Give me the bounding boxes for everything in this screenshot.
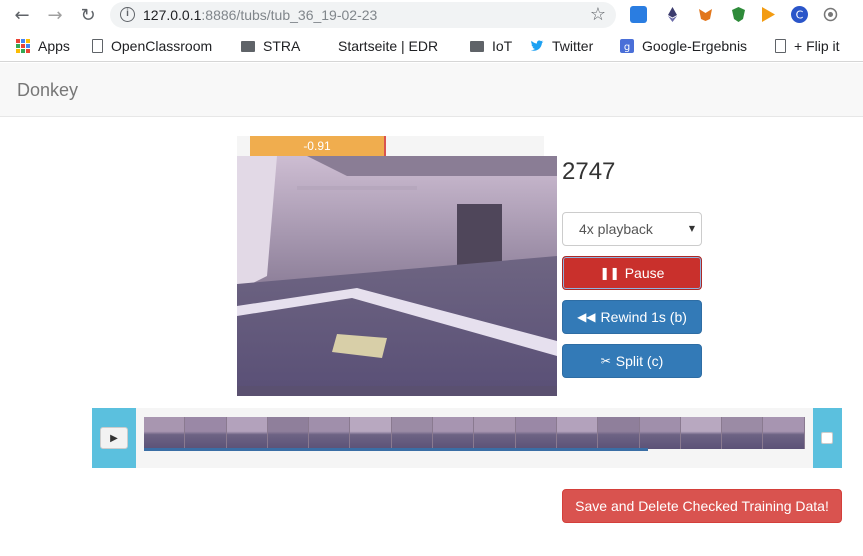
folder-icon xyxy=(470,40,484,52)
bookmark-startseite[interactable]: Startseite | EDR xyxy=(316,37,454,55)
timeline-thumbnail[interactable] xyxy=(722,417,764,449)
frame-number: 2747 xyxy=(562,158,616,185)
clip-play-panel: ▶ xyxy=(92,408,136,468)
clip-checkbox[interactable] xyxy=(821,432,833,444)
bookmark-google[interactable]: g Google-Ergebnis xyxy=(620,37,760,55)
moon-icon xyxy=(316,39,330,53)
thumbnail-strip[interactable] xyxy=(144,417,805,449)
bookmark-openclassroom[interactable]: OpenClassroom xyxy=(92,37,212,55)
timeline-thumbnail[interactable] xyxy=(598,417,640,449)
timeline-thumbnail[interactable] xyxy=(763,417,805,449)
timeline-thumbnail[interactable] xyxy=(433,417,475,449)
pause-label: Pause xyxy=(624,265,665,281)
forward-icon[interactable]: → xyxy=(43,3,67,27)
url-host: 127.0.0.1 xyxy=(143,7,202,23)
target-extension-icon[interactable] xyxy=(822,6,839,23)
play-icon: ▶ xyxy=(110,432,118,444)
folder-icon xyxy=(241,40,255,52)
bookmark-label: Startseite | EDR xyxy=(338,38,439,54)
timeline-thumbnail[interactable] xyxy=(350,417,392,449)
pause-icon: ❚❚ xyxy=(599,266,620,280)
apps-grid-icon xyxy=(16,39,30,53)
play-extension-icon[interactable] xyxy=(760,6,777,23)
bookmark-twitter[interactable]: Twitter xyxy=(530,37,593,55)
timeline-thumbnail[interactable] xyxy=(267,417,310,449)
split-button[interactable]: ✂ Split (c) xyxy=(562,344,702,378)
bookmark-star-icon[interactable]: ☆ xyxy=(590,4,606,25)
bookmark-label: Twitter xyxy=(552,38,594,54)
steering-bar-fill: -0.91 xyxy=(250,136,384,156)
rewind-button[interactable]: ◀◀ Rewind 1s (b) xyxy=(562,300,702,334)
bookmark-iot[interactable]: IoT xyxy=(470,37,512,55)
app-navbar: Donkey xyxy=(0,63,863,117)
rewind-icon: ◀◀ xyxy=(577,310,596,324)
svg-text:C: C xyxy=(796,9,804,22)
camera-frame-image xyxy=(237,156,557,396)
timeline-thumbnail[interactable] xyxy=(226,417,268,449)
bookmarks-bar: Apps OpenClassroom STRA Startseite | EDR… xyxy=(0,30,863,62)
download-extension-icon[interactable] xyxy=(630,6,647,23)
brand-link[interactable]: Donkey xyxy=(17,80,78,101)
timeline-thumbnail[interactable] xyxy=(144,417,186,449)
clip-timeline: ▶ xyxy=(92,408,842,468)
bookmark-label: Google-Ergebnis xyxy=(642,38,748,54)
bookmark-label: STRA xyxy=(263,38,301,54)
ethereum-extension-icon[interactable] xyxy=(664,6,681,23)
steering-marker xyxy=(384,136,386,156)
timeline-thumbnail[interactable] xyxy=(391,417,434,449)
bookmark-apps[interactable]: Apps xyxy=(16,37,70,55)
timeline-thumbnail[interactable] xyxy=(515,417,557,449)
url-text: 127.0.0.1:8886/tubs/tub_36_19-02-23 xyxy=(143,7,377,23)
bookmark-stra[interactable]: STRA xyxy=(241,37,300,55)
playback-selected-value: 4x playback xyxy=(579,221,653,237)
google-icon: g xyxy=(620,39,634,53)
twitter-icon xyxy=(530,39,544,53)
playback-speed-select[interactable]: 4x playback ▼ xyxy=(562,212,702,246)
svg-text:g: g xyxy=(624,42,630,53)
scissors-icon: ✂ xyxy=(600,354,611,368)
info-icon[interactable]: i xyxy=(120,7,135,22)
bookmark-flipit[interactable]: + Flip it xyxy=(775,37,840,55)
split-label: Split (c) xyxy=(615,353,664,369)
timeline-thumbnail[interactable] xyxy=(474,417,516,449)
timeline-thumbnail[interactable] xyxy=(309,417,351,449)
clip-play-button[interactable]: ▶ xyxy=(100,427,128,449)
url-path: :8886/tubs/tub_36_19-02-23 xyxy=(201,7,378,23)
c-extension-icon[interactable]: C xyxy=(791,6,808,23)
pause-button[interactable]: ❚❚ Pause xyxy=(562,256,702,290)
timeline-thumbnail[interactable] xyxy=(185,417,227,449)
clip-select-panel xyxy=(813,408,842,468)
metamask-extension-icon[interactable] xyxy=(697,6,714,23)
timeline-progress xyxy=(144,448,648,451)
timeline-thumbnail[interactable] xyxy=(556,417,599,449)
back-icon[interactable]: ← xyxy=(10,3,34,27)
page-icon xyxy=(775,39,786,53)
browser-toolbar: ← → ↻ i 127.0.0.1:8886/tubs/tub_36_19-02… xyxy=(0,0,863,30)
bookmark-label: IoT xyxy=(492,38,513,54)
url-bar[interactable]: i 127.0.0.1:8886/tubs/tub_36_19-02-23 ☆ xyxy=(110,2,616,28)
timeline-thumbnail[interactable] xyxy=(639,417,681,449)
reload-icon[interactable]: ↻ xyxy=(76,3,100,27)
save-delete-button[interactable]: Save and Delete Checked Training Data! xyxy=(562,489,842,523)
steering-bar: -0.91 xyxy=(237,136,544,156)
page-icon xyxy=(92,39,103,53)
shield-extension-icon[interactable] xyxy=(730,6,747,23)
bookmark-label: OpenClassroom xyxy=(111,38,213,54)
timeline-thumbnail[interactable] xyxy=(680,417,723,449)
select-caret-icon: ▼ xyxy=(688,224,695,233)
bookmark-label: Apps xyxy=(38,38,70,54)
bookmark-label: + Flip it xyxy=(794,38,840,54)
rewind-label: Rewind 1s (b) xyxy=(600,309,687,325)
